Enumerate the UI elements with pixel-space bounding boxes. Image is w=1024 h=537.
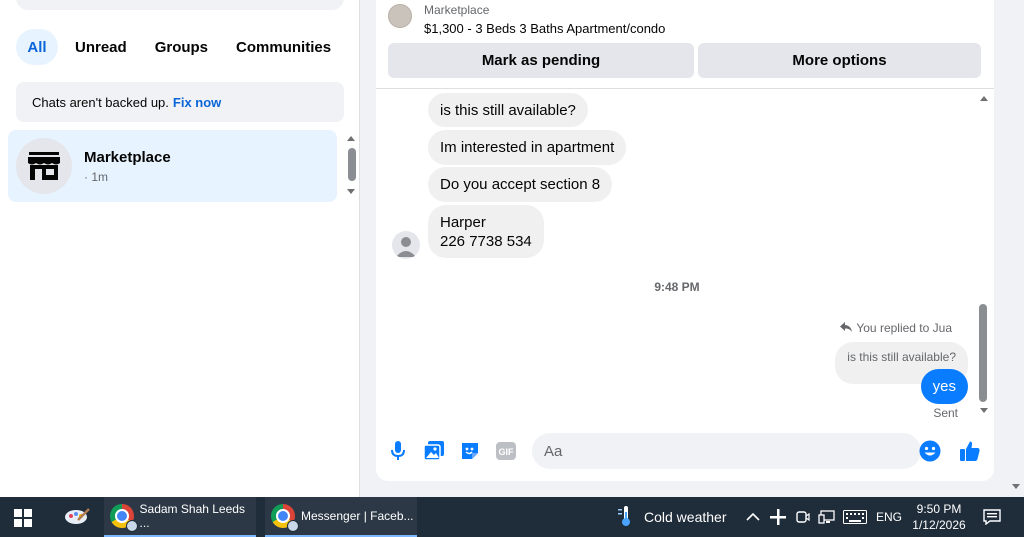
plus-icon[interactable] [770, 497, 786, 537]
listing-title: $1,300 - 3 Beds 3 Baths Apartment/condo [424, 21, 666, 36]
language-indicator[interactable]: ENG [876, 497, 902, 537]
emoji-icon[interactable] [919, 440, 941, 462]
header-divider [376, 88, 994, 89]
filter-tabs: All Unread Groups Communities [16, 29, 342, 65]
reply-arrow-icon [840, 321, 853, 335]
search-input[interactable] [16, 0, 344, 10]
svg-text:GIF: GIF [499, 447, 515, 457]
sticker-icon[interactable] [459, 440, 481, 462]
clock[interactable]: 9:50 PM 1/12/2026 [906, 501, 972, 533]
filter-all[interactable]: All [16, 29, 58, 65]
listing-thumbnail [388, 4, 412, 28]
filter-groups[interactable]: Groups [144, 29, 219, 65]
backup-notice: Chats aren't backed up. Fix now [16, 82, 344, 122]
weather-widget[interactable]: Cold weather [618, 497, 727, 537]
network-icon[interactable] [818, 497, 836, 537]
time-separator: 9:48 PM [654, 280, 700, 294]
reply-note-text: You replied to Jua [856, 321, 952, 335]
mark-as-pending-button[interactable]: Mark as pending [388, 43, 694, 78]
chat-list-scrollbar[interactable] [348, 148, 356, 181]
message-line: Harper [440, 213, 486, 231]
reply-note: You replied to Jua [840, 321, 952, 335]
message-bubble: Do you accept section 8 [428, 167, 613, 202]
message-input[interactable] [532, 433, 921, 469]
conversation-scrollbar[interactable] [979, 304, 987, 402]
photo-icon[interactable] [423, 440, 445, 462]
filter-communities[interactable]: Communities [225, 29, 342, 65]
chat-time: · 1m [84, 169, 108, 184]
listing-header[interactable]: Marketplace $1,300 - 3 Beds 3 Baths Apar… [388, 0, 665, 36]
scroll-down-arrow[interactable] [980, 408, 988, 413]
chat-item-marketplace[interactable]: Marketplace · 1m [8, 130, 337, 202]
chat-name: Marketplace [84, 148, 171, 166]
taskbar: Sadam Shah Leeds ... Messenger | Faceb..… [0, 497, 1024, 537]
clock-date: 1/12/2026 [912, 518, 966, 532]
taskbar-app-label: Messenger | Faceb... [301, 509, 414, 523]
gif-icon[interactable]: GIF [495, 440, 517, 462]
more-options-button[interactable]: More options [698, 43, 981, 78]
scroll-up-arrow[interactable] [980, 96, 988, 101]
taskbar-app-chrome-2[interactable]: Messenger | Faceb... [265, 497, 417, 537]
chat-list-panel: All Unread Groups Communities Chats aren… [0, 0, 360, 497]
scroll-down-arrow[interactable] [1012, 484, 1020, 489]
message-bubble: Im interested in apartment [428, 130, 627, 165]
scroll-down-arrow[interactable] [347, 189, 355, 194]
clock-time: 9:50 PM [916, 502, 962, 516]
chrome-icon [110, 504, 138, 532]
avatar[interactable] [392, 231, 420, 259]
scroll-up-arrow[interactable] [347, 136, 355, 141]
show-hidden-icons-chevron-up-icon[interactable] [746, 497, 760, 537]
chrome-icon [271, 504, 299, 532]
taskbar-app-chrome-1[interactable]: Sadam Shah Leeds ... [104, 497, 256, 537]
microphone-icon[interactable] [387, 440, 409, 462]
composer: GIF [376, 432, 994, 472]
listing-label: Marketplace [424, 3, 490, 17]
windows-start-icon[interactable] [14, 509, 32, 527]
backup-notice-text: Chats aren't backed up. [32, 94, 169, 110]
meet-camera-icon[interactable] [796, 497, 810, 537]
thermometer-icon [618, 505, 634, 530]
filter-unread[interactable]: Unread [64, 29, 138, 65]
thumbs-up-icon[interactable] [959, 440, 981, 462]
message-bubble: is this still available? [428, 93, 588, 127]
message-bubble: Harper 226 7738 534 [428, 205, 544, 258]
paint-app-icon[interactable] [60, 497, 94, 537]
sent-status: Sent [933, 406, 958, 420]
weather-text: Cold weather [644, 509, 727, 525]
keyboard-icon[interactable] [843, 497, 867, 537]
taskbar-app-label: Sadam Shah Leeds ... [139, 502, 245, 530]
notification-icon[interactable] [983, 497, 1001, 537]
my-message-bubble: yes [920, 369, 968, 404]
message-line: 226 7738 534 [440, 232, 532, 250]
fix-now-link[interactable]: Fix now [173, 95, 221, 110]
conversation-panel: Marketplace $1,300 - 3 Beds 3 Baths Apar… [376, 0, 994, 481]
storefront-icon [16, 138, 72, 194]
